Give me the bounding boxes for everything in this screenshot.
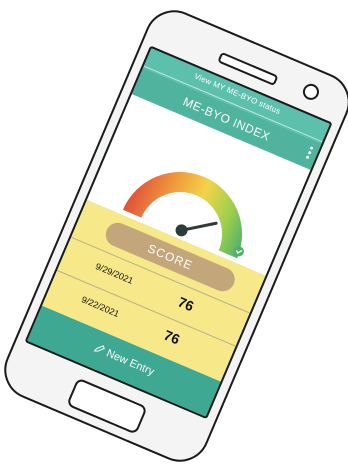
new-entry-label: New Entry xyxy=(104,347,156,379)
phone: View MY ME-BYO status ME-BYO INDEX SCORE… xyxy=(0,1,348,471)
pencil-icon xyxy=(93,345,106,352)
entry-score: 76 xyxy=(161,326,183,348)
entry-date: 9/29/2021 xyxy=(94,261,135,286)
illustration: View MY ME-BYO status ME-BYO INDEX SCORE… xyxy=(0,0,348,473)
entry-date: 9/22/2021 xyxy=(79,294,121,320)
entry-score: 76 xyxy=(175,293,197,315)
